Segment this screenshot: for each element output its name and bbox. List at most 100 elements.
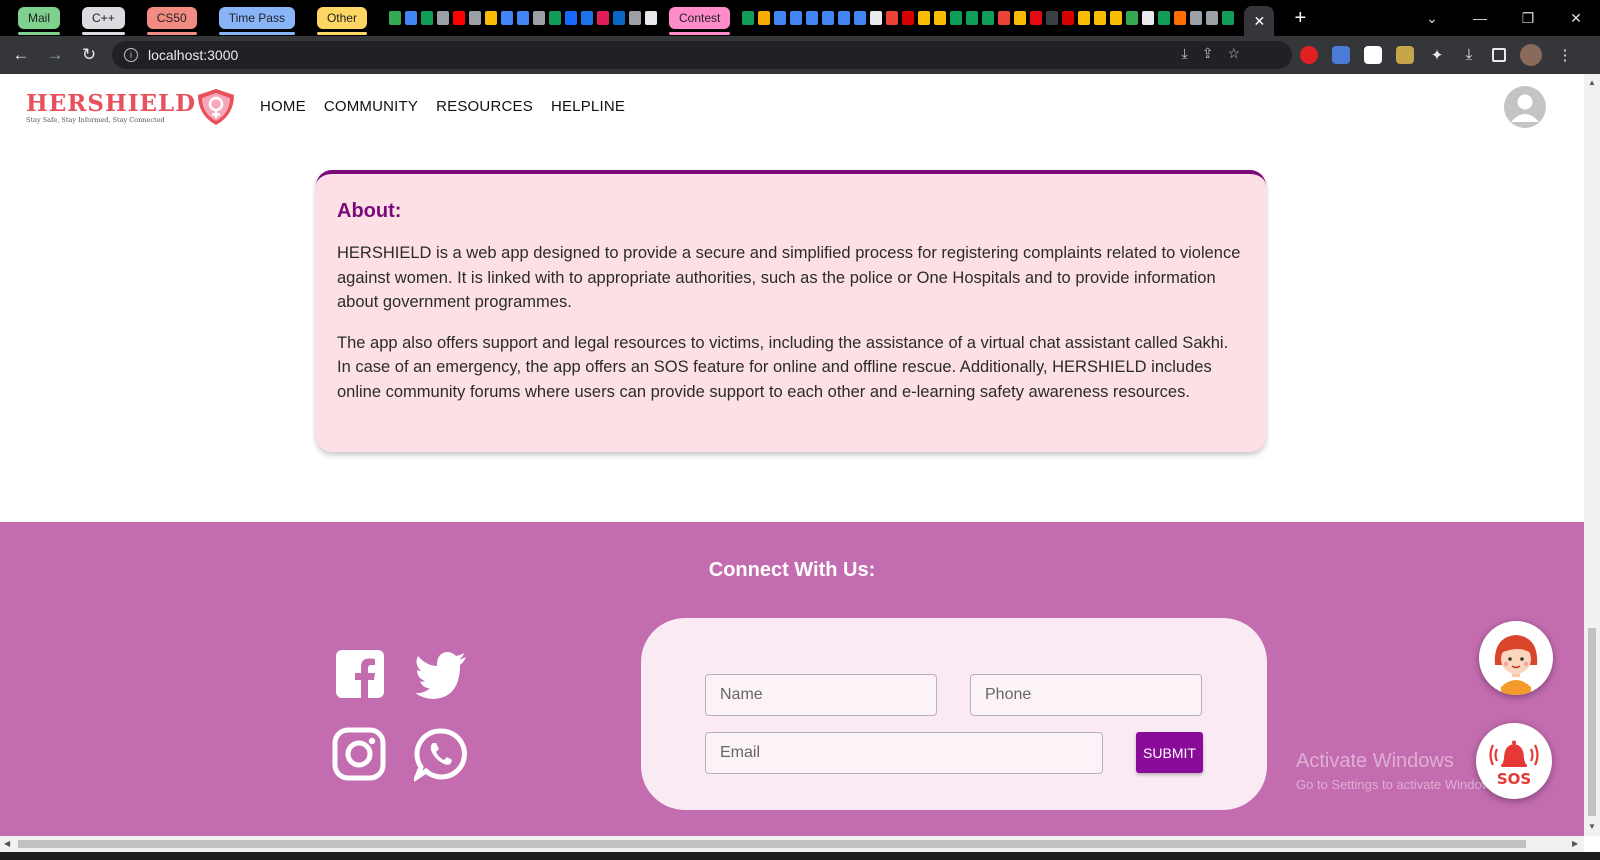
tab-favicon[interactable]	[998, 11, 1011, 25]
tab-favicon[interactable]	[886, 11, 899, 25]
nav-resources[interactable]: RESOURCES	[436, 98, 533, 115]
tab-favicon[interactable]	[468, 11, 481, 25]
tab-favicon[interactable]	[742, 11, 755, 25]
tab-search-icon[interactable]: ⌄	[1408, 10, 1456, 27]
forward-icon[interactable]: →	[38, 45, 72, 65]
tab-favicon[interactable]	[1062, 11, 1075, 25]
site-info-icon[interactable]: i	[124, 48, 138, 62]
tab-favicon[interactable]	[1126, 11, 1139, 25]
tab-favicon[interactable]	[1174, 11, 1187, 25]
tab-favicon[interactable]	[1206, 11, 1219, 25]
phone-field[interactable]	[970, 674, 1202, 716]
tab-favicon[interactable]	[404, 11, 417, 25]
nav-community[interactable]: COMMUNITY	[324, 98, 418, 115]
share-icon[interactable]: ⇪	[1202, 45, 1214, 62]
url-text[interactable]: localhost:3000	[148, 47, 238, 63]
email-field[interactable]	[705, 732, 1103, 774]
extension-icon[interactable]	[1364, 46, 1382, 64]
tab-favicon[interactable]	[1142, 11, 1155, 25]
horizontal-scrollbar[interactable]: ◀ ▶	[0, 836, 1584, 852]
tab-favicon[interactable]	[500, 11, 513, 25]
tab-favicon[interactable]	[1222, 11, 1235, 25]
side-panel-icon[interactable]	[1492, 48, 1506, 62]
tab-favicon[interactable]	[774, 11, 787, 25]
tab-group-time-pass[interactable]: Time Pass	[218, 7, 296, 35]
tab-favicon[interactable]	[758, 11, 771, 25]
pinned-tab-favicons[interactable]	[742, 11, 1238, 25]
address-bar[interactable]: i localhost:3000 ⤓ ⇪ ☆	[112, 41, 1292, 69]
tab-favicon[interactable]	[580, 11, 593, 25]
close-tab-icon[interactable]: ✕	[1253, 13, 1265, 30]
tab-favicon[interactable]	[388, 11, 401, 25]
reload-icon[interactable]: ↻	[72, 45, 106, 65]
vertical-scrollbar[interactable]: ▲ ▼	[1584, 74, 1600, 836]
scroll-down-arrow-icon[interactable]: ▼	[1588, 822, 1596, 831]
tab-favicon[interactable]	[564, 11, 577, 25]
tab-group-cs50[interactable]: CS50	[146, 7, 197, 35]
tab-favicon[interactable]	[596, 11, 609, 25]
bookmark-star-icon[interactable]: ☆	[1227, 45, 1240, 62]
tab-favicon[interactable]	[934, 11, 947, 25]
minimize-button[interactable]: —	[1456, 10, 1504, 26]
tab-favicon[interactable]	[452, 11, 465, 25]
tab-favicon[interactable]	[436, 11, 449, 25]
twitter-icon[interactable]	[414, 646, 470, 702]
tab-favicon[interactable]	[966, 11, 979, 25]
submit-button[interactable]: SUBMIT	[1136, 732, 1203, 773]
tab-favicon[interactable]	[822, 11, 835, 25]
active-tab[interactable]: ✕	[1244, 6, 1275, 36]
profile-avatar[interactable]	[1520, 44, 1542, 66]
tab-favicon[interactable]	[1078, 11, 1091, 25]
volume-extension-icon[interactable]	[1332, 46, 1350, 64]
maximize-button[interactable]: ❐	[1504, 10, 1552, 27]
name-field[interactable]	[705, 674, 937, 716]
tab-favicon[interactable]	[950, 11, 963, 25]
tab-favicon[interactable]	[1158, 11, 1171, 25]
tab-favicon[interactable]	[902, 11, 915, 25]
tab-group-contest[interactable]: Contest	[668, 7, 731, 35]
tab-favicon[interactable]	[420, 11, 433, 25]
browser-menu-icon[interactable]: ⋮	[1556, 46, 1574, 64]
site-logo[interactable]: HERSHIELD Stay Safe, Stay Informed, Stay…	[26, 89, 238, 127]
tab-favicon[interactable]	[1030, 11, 1043, 25]
tab-favicon[interactable]	[838, 11, 851, 25]
tab-favicon[interactable]	[1110, 11, 1123, 25]
nav-home[interactable]: HOME	[260, 98, 306, 115]
horizontal-scroll-thumb[interactable]	[18, 840, 1526, 848]
tab-favicon[interactable]	[548, 11, 561, 25]
chart-extension-icon[interactable]	[1396, 46, 1414, 64]
tab-favicon[interactable]	[612, 11, 625, 25]
tab-favicon[interactable]	[854, 11, 867, 25]
tab-group-other[interactable]: Other	[316, 7, 367, 35]
tab-group-mail[interactable]: Mail	[18, 7, 61, 35]
tab-favicon[interactable]	[918, 11, 931, 25]
pinned-tab-favicons[interactable]	[388, 11, 661, 25]
sakhi-chat-assistant-button[interactable]	[1479, 621, 1553, 695]
vertical-scroll-thumb[interactable]	[1588, 628, 1596, 816]
puzzle-extensions-icon[interactable]: ✦	[1428, 46, 1446, 64]
tab-favicon[interactable]	[1190, 11, 1203, 25]
scroll-up-arrow-icon[interactable]: ▲	[1588, 78, 1596, 87]
whatsapp-icon[interactable]	[414, 727, 470, 783]
tab-favicon[interactable]	[644, 11, 657, 25]
tab-favicon[interactable]	[532, 11, 545, 25]
back-icon[interactable]: ←	[4, 45, 38, 65]
close-window-button[interactable]: ✕	[1552, 10, 1600, 27]
tab-favicon[interactable]	[790, 11, 803, 25]
tab-favicon[interactable]	[628, 11, 641, 25]
tab-favicon[interactable]	[982, 11, 995, 25]
tab-favicon[interactable]	[870, 11, 883, 25]
adblock-extension-icon[interactable]	[1300, 46, 1318, 64]
nav-helpline[interactable]: HELPLINE	[551, 98, 625, 115]
tab-favicon[interactable]	[1094, 11, 1107, 25]
tab-group-cpp[interactable]: C++	[82, 7, 125, 35]
scroll-right-arrow-icon[interactable]: ▶	[1572, 839, 1578, 848]
tab-favicon[interactable]	[516, 11, 529, 25]
user-avatar-icon[interactable]	[1504, 86, 1546, 128]
tab-favicon[interactable]	[484, 11, 497, 25]
tab-favicon[interactable]	[806, 11, 819, 25]
new-tab-button[interactable]: +	[1288, 7, 1312, 30]
facebook-icon[interactable]	[334, 648, 390, 704]
tab-favicon[interactable]	[1014, 11, 1027, 25]
scroll-left-arrow-icon[interactable]: ◀	[4, 839, 10, 848]
